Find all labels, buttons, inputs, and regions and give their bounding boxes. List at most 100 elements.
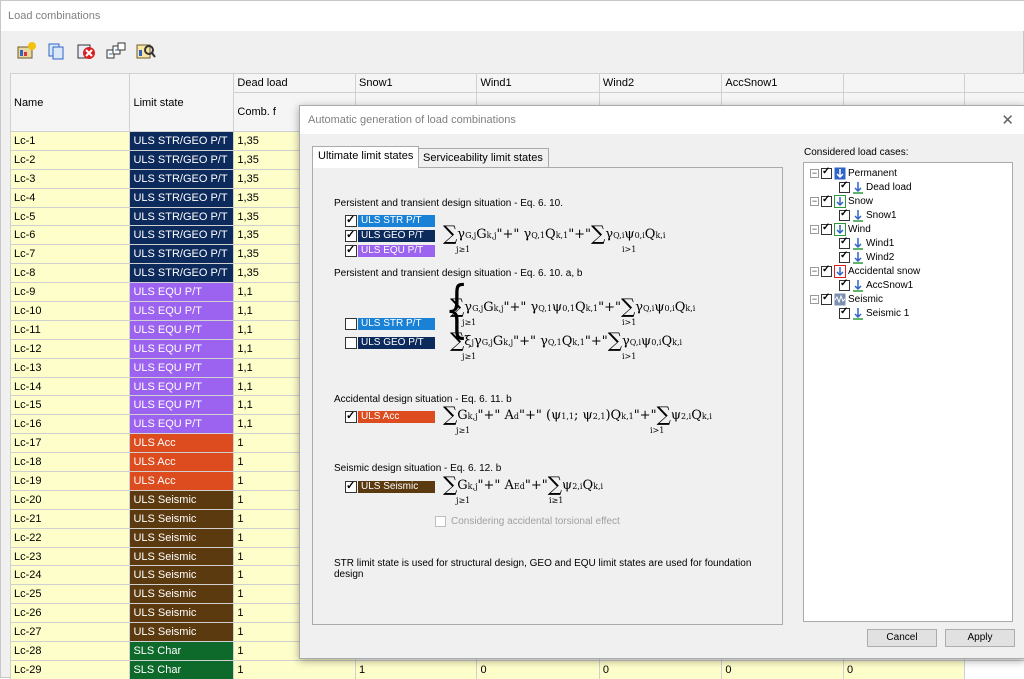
- find-icon[interactable]: [135, 41, 157, 61]
- tree-checkbox[interactable]: [839, 252, 850, 263]
- combination-name-cell[interactable]: Lc-23: [11, 547, 130, 566]
- tree-group[interactable]: −Permanent: [810, 167, 897, 180]
- limit-state-cell[interactable]: ULS Seismic: [130, 547, 234, 566]
- uls-str-ab-checkbox[interactable]: [345, 318, 357, 330]
- tree-item[interactable]: Dead load: [839, 181, 912, 194]
- combination-name-cell[interactable]: Lc-12: [11, 339, 130, 358]
- col-header-wind1[interactable]: Wind1: [477, 74, 599, 93]
- tree-item[interactable]: Wind1: [839, 237, 894, 250]
- combination-name-cell[interactable]: Lc-24: [11, 566, 130, 585]
- combination-name-cell[interactable]: Lc-4: [11, 188, 130, 207]
- limit-state-cell[interactable]: ULS EQU P/T: [130, 396, 234, 415]
- accidental-torsion-checkbox[interactable]: [435, 516, 446, 527]
- limit-state-cell[interactable]: ULS STR/GEO P/T: [130, 226, 234, 245]
- limit-state-cell[interactable]: ULS Seismic: [130, 490, 234, 509]
- col-header-accsnow1[interactable]: AccSnow1: [722, 74, 844, 93]
- tree-item[interactable]: Wind2: [839, 251, 894, 264]
- combination-name-cell[interactable]: Lc-20: [11, 490, 130, 509]
- limit-state-cell[interactable]: ULS Acc: [130, 434, 234, 453]
- uls-equ-checkbox[interactable]: [345, 245, 357, 257]
- table-row[interactable]: Lc-29SLS Char110000: [11, 660, 1024, 679]
- collapse-icon[interactable]: −: [810, 169, 819, 178]
- col-header-wind2[interactable]: Wind2: [599, 74, 721, 93]
- limit-state-cell[interactable]: ULS EQU P/T: [130, 320, 234, 339]
- tree-checkbox[interactable]: [839, 308, 850, 319]
- tab-ultimate-limit-states[interactable]: Ultimate limit states: [312, 146, 419, 168]
- copy-icon[interactable]: [45, 41, 67, 61]
- accsnow1-cell[interactable]: 0: [722, 660, 844, 679]
- tab-serviceability-limit-states[interactable]: Serviceability limit states: [417, 148, 549, 168]
- limit-state-cell[interactable]: ULS Seismic: [130, 509, 234, 528]
- tree-group[interactable]: −Seismic: [810, 293, 883, 306]
- limit-state-cell[interactable]: ULS Seismic: [130, 566, 234, 585]
- limit-state-cell[interactable]: ULS STR/GEO P/T: [130, 207, 234, 226]
- limit-state-cell[interactable]: ULS EQU P/T: [130, 339, 234, 358]
- tree-checkbox[interactable]: [839, 238, 850, 249]
- combination-name-cell[interactable]: Lc-2: [11, 150, 130, 169]
- uls-acc-checkbox[interactable]: [345, 411, 357, 423]
- limit-state-cell[interactable]: ULS STR/GEO P/T: [130, 132, 234, 151]
- combination-name-cell[interactable]: Lc-28: [11, 642, 130, 661]
- tree-checkbox[interactable]: [821, 294, 832, 305]
- limit-state-cell[interactable]: ULS EQU P/T: [130, 377, 234, 396]
- tree-checkbox[interactable]: [821, 196, 832, 207]
- tree-checkbox[interactable]: [821, 224, 832, 235]
- limit-state-cell[interactable]: ULS EQU P/T: [130, 283, 234, 302]
- combination-name-cell[interactable]: Lc-15: [11, 396, 130, 415]
- combination-name-cell[interactable]: Lc-21: [11, 509, 130, 528]
- combination-name-cell[interactable]: Lc-19: [11, 472, 130, 491]
- combination-name-cell[interactable]: Lc-11: [11, 320, 130, 339]
- combination-name-cell[interactable]: Lc-29: [11, 660, 130, 679]
- combination-name-cell[interactable]: Lc-8: [11, 264, 130, 283]
- combination-name-cell[interactable]: Lc-5: [11, 207, 130, 226]
- tree-item[interactable]: Snow1: [839, 209, 897, 222]
- limit-state-cell[interactable]: ULS STR/GEO P/T: [130, 264, 234, 283]
- combination-name-cell[interactable]: Lc-3: [11, 169, 130, 188]
- wind1-cell[interactable]: 0: [477, 660, 599, 679]
- combination-name-cell[interactable]: Lc-13: [11, 358, 130, 377]
- limit-state-cell[interactable]: ULS STR/GEO P/T: [130, 245, 234, 264]
- tree-item[interactable]: AccSnow1: [839, 279, 913, 292]
- limit-state-cell[interactable]: ULS Acc: [130, 472, 234, 491]
- combination-name-cell[interactable]: Lc-17: [11, 434, 130, 453]
- combination-name-cell[interactable]: Lc-22: [11, 528, 130, 547]
- col-header-limit-state[interactable]: Limit state: [130, 74, 234, 132]
- col-header-dead-load[interactable]: Dead load: [234, 74, 356, 93]
- tree-checkbox[interactable]: [839, 210, 850, 221]
- wind2-cell[interactable]: 0: [599, 660, 721, 679]
- limit-state-cell[interactable]: ULS Seismic: [130, 623, 234, 642]
- tree-group[interactable]: −Snow: [810, 195, 873, 208]
- tree-group[interactable]: −Accidental snow: [810, 265, 920, 278]
- tree-checkbox[interactable]: [839, 280, 850, 291]
- close-icon[interactable]: ✕: [1001, 111, 1014, 129]
- uls-seismic-checkbox[interactable]: [345, 481, 357, 493]
- empty-cell[interactable]: [965, 660, 1024, 679]
- limit-state-cell[interactable]: ULS Acc: [130, 453, 234, 472]
- collapse-icon[interactable]: −: [810, 225, 819, 234]
- limit-state-cell[interactable]: SLS Char: [130, 660, 234, 679]
- limit-state-cell[interactable]: SLS Char: [130, 642, 234, 661]
- combination-name-cell[interactable]: Lc-14: [11, 377, 130, 396]
- limit-state-cell[interactable]: ULS EQU P/T: [130, 358, 234, 377]
- limit-state-cell[interactable]: ULS STR/GEO P/T: [130, 150, 234, 169]
- combination-name-cell[interactable]: Lc-27: [11, 623, 130, 642]
- apply-button[interactable]: Apply: [945, 629, 1015, 647]
- limit-state-cell[interactable]: ULS STR/GEO P/T: [130, 188, 234, 207]
- combination-name-cell[interactable]: Lc-18: [11, 453, 130, 472]
- cancel-button[interactable]: Cancel: [867, 629, 937, 647]
- combination-name-cell[interactable]: Lc-10: [11, 302, 130, 321]
- tree-group[interactable]: −Wind: [810, 223, 871, 236]
- extra-cell[interactable]: 0: [843, 660, 964, 679]
- col-header-name[interactable]: Name: [11, 74, 130, 132]
- delete-icon[interactable]: [75, 41, 97, 61]
- tree-checkbox[interactable]: [839, 182, 850, 193]
- collapse-icon[interactable]: −: [810, 197, 819, 206]
- limit-state-cell[interactable]: ULS EQU P/T: [130, 302, 234, 321]
- tree-checkbox[interactable]: [821, 168, 832, 179]
- combination-name-cell[interactable]: Lc-25: [11, 585, 130, 604]
- combination-name-cell[interactable]: Lc-7: [11, 245, 130, 264]
- combination-name-cell[interactable]: Lc-26: [11, 604, 130, 623]
- limit-state-cell[interactable]: ULS Seismic: [130, 528, 234, 547]
- limit-state-cell[interactable]: ULS STR/GEO P/T: [130, 169, 234, 188]
- add-combination-icon[interactable]: [15, 41, 37, 61]
